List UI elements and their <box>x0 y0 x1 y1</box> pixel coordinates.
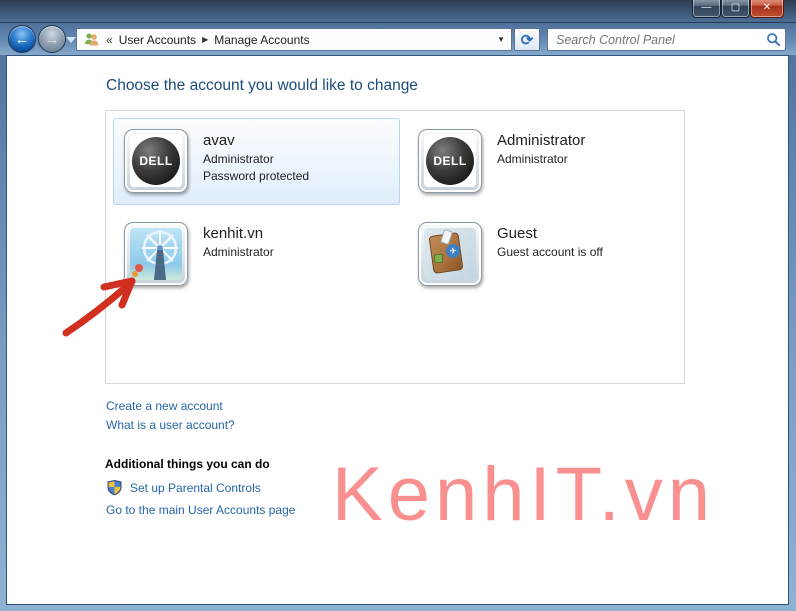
setup-parental-controls-link[interactable]: Set up Parental Controls <box>106 479 261 496</box>
suitcase-icon: ✈ <box>424 228 476 280</box>
navigation-bar: ← → « User Accounts ▶ Manage Accounts ▼ … <box>0 22 796 55</box>
account-name: Administrator <box>497 132 585 151</box>
user-accounts-icon <box>83 32 100 47</box>
account-tile-guest[interactable]: ✈ Guest Guest account is off <box>407 211 677 298</box>
account-info: Guest Guest account is off <box>497 222 603 287</box>
dell-logo-icon: DELL <box>130 135 182 187</box>
account-role: Administrator <box>497 151 585 168</box>
account-status: Guest account is off <box>497 244 603 261</box>
window-controls: — ▢ ✕ <box>692 0 784 18</box>
account-name: kenhit.vn <box>203 225 274 244</box>
account-info: Administrator Administrator <box>497 129 585 194</box>
account-info: kenhit.vn Administrator <box>203 222 274 287</box>
additional-things-heading: Additional things you can do <box>105 457 270 471</box>
refresh-button[interactable]: ⟳ <box>514 28 540 51</box>
account-picture-frame <box>124 222 188 286</box>
account-role: Administrator <box>203 244 274 261</box>
title-bar: — ▢ ✕ <box>0 0 796 22</box>
accounts-list-box: DELL avav Administrator Password protect… <box>105 110 685 384</box>
forward-button[interactable]: → <box>38 25 66 53</box>
back-button[interactable]: ← <box>8 25 36 53</box>
maximize-icon: ▢ <box>731 3 740 13</box>
content-area: Choose the account you would like to cha… <box>6 55 789 605</box>
kenhit-watermark: KenhIT.vn <box>332 451 715 538</box>
dell-logo-text: DELL <box>433 154 466 168</box>
breadcrumb[interactable]: « User Accounts ▶ Manage Accounts ▼ <box>76 28 512 51</box>
close-icon: ✕ <box>763 3 771 13</box>
maximize-button[interactable]: ▢ <box>721 0 750 18</box>
search-icon[interactable] <box>766 32 781 47</box>
refresh-icon: ⟳ <box>521 31 534 49</box>
dell-logo-icon: DELL <box>424 135 476 187</box>
account-tile-administrator[interactable]: DELL Administrator Administrator <box>407 118 677 205</box>
close-button[interactable]: ✕ <box>750 0 784 18</box>
parental-controls-label: Set up Parental Controls <box>130 481 261 495</box>
account-tile-kenhit-vn[interactable]: kenhit.vn Administrator <box>113 211 400 298</box>
go-to-main-user-accounts-link[interactable]: Go to the main User Accounts page <box>106 503 295 517</box>
dell-logo-text: DELL <box>139 154 172 168</box>
account-role: Administrator <box>203 151 309 168</box>
manage-accounts-window: — ▢ ✕ ← → « User Accounts ▶ Manage Accou… <box>0 0 796 611</box>
account-tile-avav[interactable]: DELL avav Administrator Password protect… <box>113 118 400 205</box>
page-title: Choose the account you would like to cha… <box>106 77 418 95</box>
breadcrumb-item-manage-accounts[interactable]: Manage Accounts <box>214 33 309 47</box>
back-arrow-icon: ← <box>15 32 30 47</box>
breadcrumb-item-user-accounts[interactable]: User Accounts <box>119 33 196 47</box>
uac-shield-icon <box>106 479 123 496</box>
minimize-icon: — <box>702 3 712 13</box>
breadcrumb-overflow-chevron[interactable]: « <box>106 33 113 47</box>
search-box <box>547 28 786 51</box>
search-input[interactable] <box>556 33 766 47</box>
recent-pages-dropdown-icon[interactable] <box>66 37 76 43</box>
account-picture-frame: DELL <box>124 129 188 193</box>
create-new-account-link[interactable]: Create a new account <box>106 399 223 413</box>
forward-arrow-icon: → <box>45 32 60 47</box>
account-name: avav <box>203 132 309 151</box>
what-is-user-account-link[interactable]: What is a user account? <box>106 418 235 432</box>
account-picture-frame: ✈ <box>418 222 482 286</box>
account-picture-frame: DELL <box>418 129 482 193</box>
minimize-button[interactable]: — <box>692 0 721 18</box>
account-info: avav Administrator Password protected <box>203 129 309 194</box>
breadcrumb-dropdown-icon[interactable]: ▼ <box>497 35 505 44</box>
account-status: Password protected <box>203 168 309 185</box>
account-name: Guest <box>497 225 603 244</box>
plane-sticker-icon: ✈ <box>446 244 460 258</box>
breadcrumb-separator-icon[interactable]: ▶ <box>202 35 208 44</box>
ferris-wheel-icon <box>130 228 182 280</box>
